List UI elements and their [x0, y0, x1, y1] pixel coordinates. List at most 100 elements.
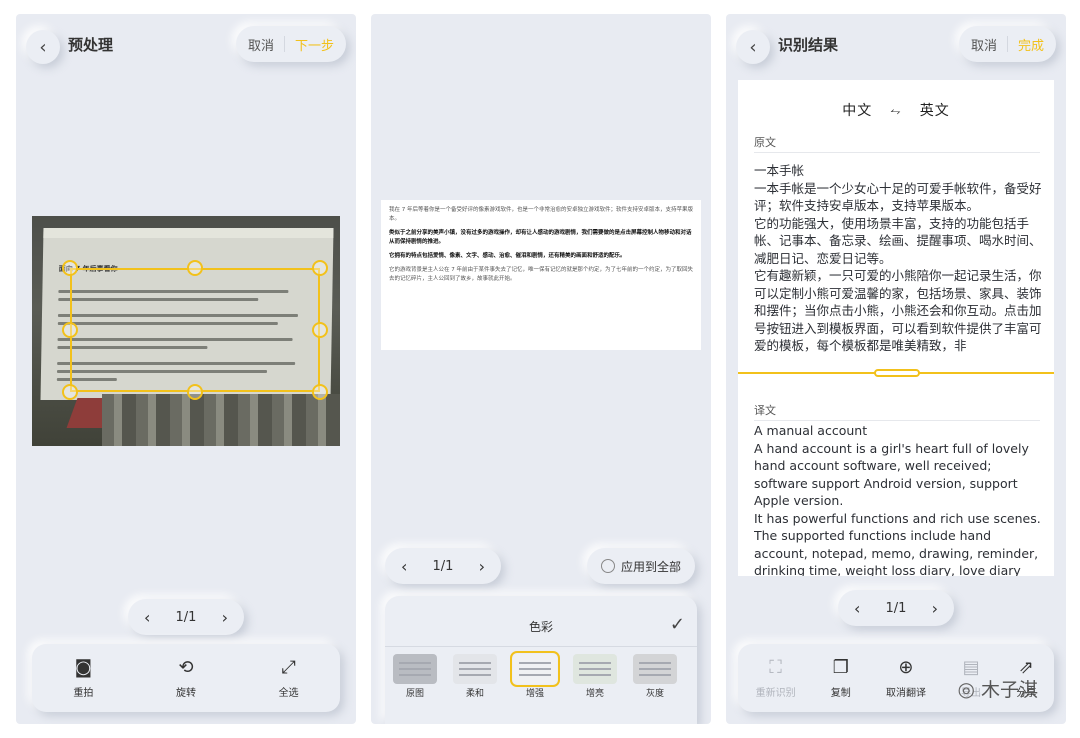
confirm-check-icon[interactable]: ✓ — [670, 614, 685, 635]
crop-handle-right[interactable] — [312, 322, 328, 338]
divider — [1006, 36, 1008, 52]
page-pager: ‹ 1/1 › — [128, 599, 244, 635]
paper-header-strip — [43, 228, 334, 238]
filter-thumbnail — [453, 654, 497, 684]
filter-option-original[interactable]: 原图 — [393, 654, 437, 699]
crop-frame[interactable] — [70, 268, 320, 392]
filter-thumbnail — [573, 654, 617, 684]
crop-handle-bottom[interactable] — [187, 384, 203, 400]
crop-handle-left[interactable] — [62, 322, 78, 338]
globe-icon: ⊕ — [898, 656, 914, 678]
page-pager: ‹ 1/1 › — [385, 548, 501, 584]
apply-to-all-toggle[interactable]: 应用到全部 — [586, 548, 695, 584]
retake-label: 重拍 — [73, 687, 94, 699]
target-language[interactable]: 英文 — [920, 103, 950, 119]
filter-label: 增亮 — [585, 689, 604, 699]
filter-label: 柔和 — [465, 689, 484, 699]
original-text[interactable]: 一本手帐 一本手帐是一个少女心十足的可爱手帐软件，备受好评；软件支持安卓版本，支… — [754, 162, 1042, 358]
doc-paragraph: 它拥有的特点包括爱情、像素、文字、感动、治愈、催泪和剧情，还有精美的画面和舒适的… — [389, 253, 626, 259]
crop-handle-bottom-right[interactable] — [312, 384, 328, 400]
watermark-text: 木子淇 — [980, 679, 1038, 701]
processed-document: 我在 7 年后等着你是一个备受好评的像素游戏软件，也是一个非常治愈的安卓独立游戏… — [381, 200, 701, 350]
back-button[interactable]: ‹ — [26, 30, 60, 64]
watermark: ◎ 木子淇 — [958, 675, 1038, 702]
cancel-button[interactable]: 取消 — [248, 35, 274, 54]
doc-paragraph: 类似于之前分享的美声小镇，没有过多的游戏操作，却有让人感动的游戏剧情，我们需要做… — [389, 230, 692, 245]
divider — [754, 152, 1040, 153]
expand-icon: ⤢ — [281, 656, 296, 678]
divider — [385, 646, 697, 647]
page-title: 预处理 — [68, 36, 114, 54]
rotate-label: 旋转 — [175, 687, 196, 699]
filter-thumbnail — [510, 651, 560, 687]
chevron-left-icon[interactable]: ‹ — [854, 599, 860, 618]
page-indicator: 1/1 — [175, 609, 197, 625]
source-language[interactable]: 中文 — [842, 103, 872, 119]
recognition-result-panel: ‹ 识别结果 取消 完成 中文 ⥊ 英文 原文 一本手帐 一本手帐是一个少女心十足的… — [726, 14, 1066, 724]
doc-paragraph: 它的游戏背景是主人公在 7 年前由于某件事失去了记忆，唯一保有记忆的就是那个约定… — [389, 267, 693, 282]
filter-option-brighten[interactable]: 增亮 — [573, 654, 617, 699]
rotate-icon: ⟲ — [178, 656, 194, 678]
filter-thumbnail — [633, 654, 677, 684]
page-indicator: 1/1 — [885, 600, 907, 616]
crop-handle-top-left[interactable] — [62, 260, 78, 276]
divider — [283, 36, 285, 52]
next-step-button[interactable]: 下一步 — [295, 35, 334, 54]
chevron-right-icon[interactable]: › — [932, 599, 938, 618]
rescan-button[interactable]: ⛶ 重新识别 — [755, 656, 796, 699]
chevron-left-icon[interactable]: ‹ — [401, 557, 407, 576]
filter-option-grayscale[interactable]: 灰度 — [633, 654, 677, 699]
rotate-button[interactable]: ⟲ 旋转 — [175, 656, 196, 699]
filter-panel: 我在 7 年后等着你是一个备受好评的像素游戏软件，也是一个非常治愈的安卓独立游戏… — [371, 14, 711, 724]
header-actions: 取消 下一步 — [235, 26, 346, 62]
color-filter-sheet: 色彩 ✓ 原图 柔和 增强 增亮 灰度 — [385, 596, 697, 724]
camera-icon: ◙ — [74, 656, 93, 678]
page-indicator: 1/1 — [432, 558, 454, 574]
rescan-label: 重新识别 — [755, 687, 796, 699]
page-pager: ‹ 1/1 › — [838, 590, 954, 626]
filter-option-soft[interactable]: 柔和 — [453, 654, 497, 699]
swap-languages-icon[interactable]: ⥊ — [890, 104, 901, 119]
preprocess-panel: ‹ 预处理 取消 下一步 面向 7 年后事看你 ‹ 1/1 › ◙ 重拍 ⟲ 旋… — [16, 14, 356, 724]
crop-handle-bottom-left[interactable] — [62, 384, 78, 400]
done-button[interactable]: 完成 — [1018, 35, 1044, 54]
result-card: 中文 ⥊ 英文 原文 一本手帐 一本手帐是一个少女心十足的可爱手帐软件，备受好评；软… — [738, 80, 1054, 576]
copy-label: 复制 — [830, 687, 851, 699]
photo-scene — [102, 394, 340, 446]
rescan-icon: ⛶ — [769, 656, 782, 678]
copy-button[interactable]: ❐ 复制 — [830, 656, 851, 699]
chevron-left-icon: ‹ — [749, 36, 757, 58]
chevron-right-icon[interactable]: › — [479, 557, 485, 576]
filter-label: 灰度 — [645, 689, 664, 699]
header-actions: 取消 完成 — [958, 26, 1056, 62]
chevron-right-icon[interactable]: › — [222, 608, 228, 627]
filter-label: 原图 — [405, 689, 424, 699]
wechat-icon: ◎ — [957, 676, 975, 701]
copy-icon: ❐ — [832, 656, 849, 678]
sheet-title: 色彩 — [528, 620, 553, 634]
cancel-translation-label: 取消翻译 — [885, 687, 926, 699]
original-label: 原文 — [754, 136, 776, 149]
divider — [754, 420, 1040, 421]
chevron-left-icon[interactable]: ‹ — [144, 608, 150, 627]
filter-option-enhance[interactable]: 增强 — [510, 651, 560, 699]
filter-list: 原图 柔和 增强 增亮 灰度 — [393, 651, 677, 699]
bottom-toolbar: ◙ 重拍 ⟲ 旋转 ⤢ 全选 — [32, 644, 340, 712]
language-switcher: 中文 ⥊ 英文 — [738, 100, 1054, 120]
crop-handle-top[interactable] — [187, 260, 203, 276]
retake-button[interactable]: ◙ 重拍 — [73, 656, 94, 699]
translation-text[interactable]: A manual account A hand account is a gir… — [754, 422, 1042, 576]
select-all-button[interactable]: ⤢ 全选 — [278, 656, 299, 699]
filter-thumbnail — [393, 654, 437, 684]
split-drag-handle[interactable] — [874, 369, 920, 377]
back-button[interactable]: ‹ — [736, 30, 770, 64]
doc-paragraph: 我在 7 年后等着你是一个备受好评的像素游戏软件，也是一个非常治愈的安卓独立游戏… — [389, 207, 693, 222]
translation-label: 译文 — [754, 404, 776, 417]
filter-label: 增强 — [525, 689, 544, 699]
cancel-button[interactable]: 取消 — [971, 35, 997, 54]
select-all-label: 全选 — [278, 687, 299, 699]
apply-to-all-label: 应用到全部 — [620, 559, 681, 574]
cancel-translation-button[interactable]: ⊕ 取消翻译 — [885, 656, 926, 699]
page-title: 识别结果 — [778, 36, 839, 54]
crop-handle-top-right[interactable] — [312, 260, 328, 276]
